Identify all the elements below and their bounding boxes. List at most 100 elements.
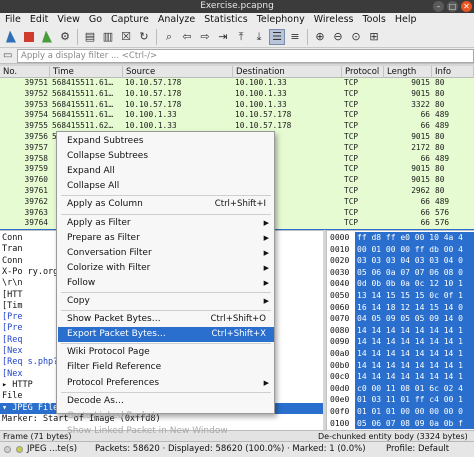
open-file-icon[interactable]: ▤ bbox=[82, 29, 98, 45]
menu-help[interactable]: Help bbox=[395, 13, 417, 26]
packet-cell-protocol: TCP bbox=[344, 164, 359, 174]
menu-item-label: Show Linked Packet in New Window bbox=[67, 425, 228, 436]
colorize-icon[interactable]: ≡ bbox=[287, 29, 303, 45]
column-header-source[interactable]: Source bbox=[123, 66, 233, 78]
go-first-icon[interactable]: ⤒ bbox=[233, 29, 249, 45]
column-header-destination[interactable]: Destination bbox=[233, 66, 342, 78]
go-last-icon[interactable]: ⤓ bbox=[251, 29, 267, 45]
autoscroll-icon[interactable]: ☰ bbox=[269, 28, 285, 45]
display-filter-input[interactable] bbox=[17, 49, 474, 63]
bytes-hex[interactable]: 13 14 15 15 15 0c 0f 1 bbox=[355, 290, 474, 302]
bytes-hex[interactable]: 04 05 09 05 05 09 14 0 bbox=[355, 313, 474, 325]
menu-item-prepare-as-filter[interactable]: Prepare as Filter ▶ bbox=[58, 231, 274, 246]
bytes-hex[interactable]: c0 00 11 08 01 6c 02 4 bbox=[355, 382, 474, 395]
column-header-time[interactable]: Time bbox=[50, 66, 123, 78]
packet-cell-info: 80 bbox=[435, 99, 445, 109]
menu-view[interactable]: View bbox=[57, 13, 80, 26]
bookmark-icon[interactable]: ▭ bbox=[3, 50, 17, 62]
edit-comments-icon[interactable] bbox=[16, 446, 23, 453]
bytes-hex[interactable]: ff d8 ff e0 00 10 4a 4 bbox=[355, 232, 474, 244]
packet-cell-length: 66 bbox=[420, 121, 430, 131]
start-capture-icon[interactable] bbox=[3, 29, 19, 45]
bytes-hex[interactable]: 14 14 14 14 14 14 14 1 bbox=[355, 324, 474, 337]
bytes-row: 00a0 14 14 14 14 14 14 14 1 bbox=[327, 348, 474, 360]
menu-wireless[interactable]: Wireless bbox=[314, 13, 354, 26]
column-header-info[interactable]: Info bbox=[432, 66, 474, 78]
bytes-hex[interactable]: 16 14 18 12 14 15 14 0 bbox=[355, 301, 474, 314]
menu-item-filter-field-reference[interactable]: Filter Field Reference bbox=[58, 360, 274, 375]
bytes-hex[interactable]: 05 06 0a 07 07 06 08 0 bbox=[355, 266, 474, 279]
packet-row[interactable]: 39753 568415511.61… 10.10.57.178 10.100.1.3… bbox=[0, 99, 474, 111]
go-forward-icon[interactable]: ⇨ bbox=[197, 29, 213, 45]
menu-item-collapse-all[interactable]: Collapse All bbox=[58, 179, 274, 194]
zoom-in-icon[interactable]: ⊕ bbox=[312, 29, 328, 45]
bytes-row: 0040 0d 0b 0b 0a 0c 12 10 1 bbox=[327, 278, 474, 290]
packet-row[interactable]: 39751 568415511.61… 10.10.57.178 10.100.1.3… bbox=[0, 78, 474, 89]
menu-item-copy[interactable]: Copy ▶ bbox=[58, 294, 274, 309]
maximize-icon[interactable]: □ bbox=[447, 1, 458, 12]
expert-info-icon[interactable] bbox=[4, 446, 11, 453]
menu-item-expand-subtrees[interactable]: Expand Subtrees bbox=[58, 134, 274, 149]
menu-item-export-packet-bytes[interactable]: Export Packet Bytes… Ctrl+Shift+X bbox=[58, 327, 274, 343]
menu-analyze[interactable]: Analyze bbox=[158, 13, 195, 26]
bytes-hex[interactable]: 14 14 14 14 14 14 14 1 bbox=[355, 371, 474, 383]
packet-cell-no: 39756 bbox=[24, 132, 48, 141]
menu-item-colorize-with-filter[interactable]: Colorize with Filter ▶ bbox=[58, 261, 274, 276]
menu-item-decode-as[interactable]: Decode As… bbox=[58, 394, 274, 409]
submenu-arrow-icon: ▶ bbox=[263, 263, 269, 272]
zoom-out-icon[interactable]: ⊖ bbox=[330, 29, 346, 45]
reload-icon[interactable]: ↻ bbox=[136, 29, 152, 45]
submenu-arrow-icon: ▶ bbox=[263, 233, 269, 242]
bytes-hex[interactable]: 14 14 14 14 14 14 14 1 bbox=[355, 359, 474, 372]
bytes-hex[interactable]: 14 14 14 14 14 14 14 1 bbox=[355, 336, 474, 348]
menu-item-label: Decode As… bbox=[67, 395, 124, 406]
menu-item-label: Conversation Filter bbox=[67, 247, 152, 258]
menu-item-protocol-preferences[interactable]: Protocol Preferences ▶ bbox=[58, 376, 274, 391]
column-header-no[interactable]: No. bbox=[0, 66, 50, 78]
menu-telephony[interactable]: Telephony bbox=[257, 13, 305, 26]
packet-row[interactable]: 39754 568415511.61… 10.100.1.33 10.10.57.17… bbox=[0, 110, 474, 122]
resize-columns-icon[interactable]: ⊞ bbox=[366, 29, 382, 45]
packet-bytes-pane[interactable]: 0000 ff d8 ff e0 00 10 4a 4 0010 00 01 00 0… bbox=[326, 230, 474, 430]
zoom-reset-icon[interactable]: ⊙ bbox=[348, 29, 364, 45]
close-icon[interactable]: ✕ bbox=[461, 1, 472, 12]
packet-cell-source: 10.100.1.33 bbox=[125, 110, 177, 120]
bytes-hex[interactable]: 01 01 01 00 00 00 00 0 bbox=[355, 406, 474, 418]
go-to-packet-icon[interactable]: ⇥ bbox=[215, 29, 231, 45]
menu-item-conversation-filter[interactable]: Conversation Filter ▶ bbox=[58, 246, 274, 261]
column-header-protocol[interactable]: Protocol bbox=[342, 66, 384, 78]
capture-options-icon[interactable]: ⚙ bbox=[57, 29, 73, 45]
status-profile[interactable]: Profile: Default bbox=[386, 442, 449, 457]
bytes-hex[interactable]: 01 03 11 01 ff c4 00 1 bbox=[355, 394, 474, 406]
menu-item-apply-as-column[interactable]: Apply as Column Ctrl+Shift+I bbox=[58, 197, 274, 212]
close-file-icon[interactable]: ☒ bbox=[118, 29, 134, 45]
packet-cell-protocol: TCP bbox=[344, 175, 359, 185]
menu-item-apply-as-filter[interactable]: Apply as Filter ▶ bbox=[58, 216, 274, 231]
menu-tools[interactable]: Tools bbox=[362, 13, 385, 26]
bytes-hex[interactable]: 00 01 00 00 ff db 00 4 bbox=[355, 243, 474, 256]
menu-edit[interactable]: Edit bbox=[30, 13, 48, 26]
menu-item-follow[interactable]: Follow ▶ bbox=[58, 276, 274, 291]
bytes-hex[interactable]: 14 14 14 14 14 14 14 1 bbox=[355, 348, 474, 360]
bytes-hex[interactable]: 03 03 03 04 03 03 04 0 bbox=[355, 255, 474, 267]
minimize-icon[interactable]: – bbox=[433, 1, 444, 12]
menu-item-collapse-subtrees[interactable]: Collapse Subtrees bbox=[58, 149, 274, 164]
go-back-icon[interactable]: ⇦ bbox=[179, 29, 195, 45]
column-header-length[interactable]: Length bbox=[384, 66, 432, 78]
menu-item-show-packet-bytes[interactable]: Show Packet Bytes… Ctrl+Shift+O bbox=[58, 312, 274, 327]
find-packet-icon[interactable]: ⌕ bbox=[161, 29, 177, 45]
menu-item-wiki-protocol-page[interactable]: Wiki Protocol Page bbox=[58, 345, 274, 360]
restart-capture-icon[interactable] bbox=[39, 29, 55, 45]
bytes-hex[interactable]: 05 06 07 08 09 0a 0b f bbox=[355, 417, 474, 430]
menu-statistics[interactable]: Statistics bbox=[204, 13, 247, 26]
save-file-icon[interactable]: ▥ bbox=[100, 29, 116, 45]
menu-file[interactable]: File bbox=[5, 13, 21, 26]
stop-capture-icon[interactable] bbox=[21, 29, 37, 45]
menu-item-expand-all[interactable]: Expand All bbox=[58, 164, 274, 179]
bytes-hex[interactable]: 0d 0b 0b 0a 0c 12 10 1 bbox=[355, 278, 474, 290]
menu-capture[interactable]: Capture bbox=[111, 13, 149, 26]
packet-row[interactable]: 39752 568415511.61… 10.10.57.178 10.100.1.3… bbox=[0, 88, 474, 100]
menu-go[interactable]: Go bbox=[89, 13, 102, 26]
packet-cell-info: 80 bbox=[435, 142, 445, 152]
bytes-row: 0020 03 03 03 04 03 03 04 0 bbox=[327, 255, 474, 267]
